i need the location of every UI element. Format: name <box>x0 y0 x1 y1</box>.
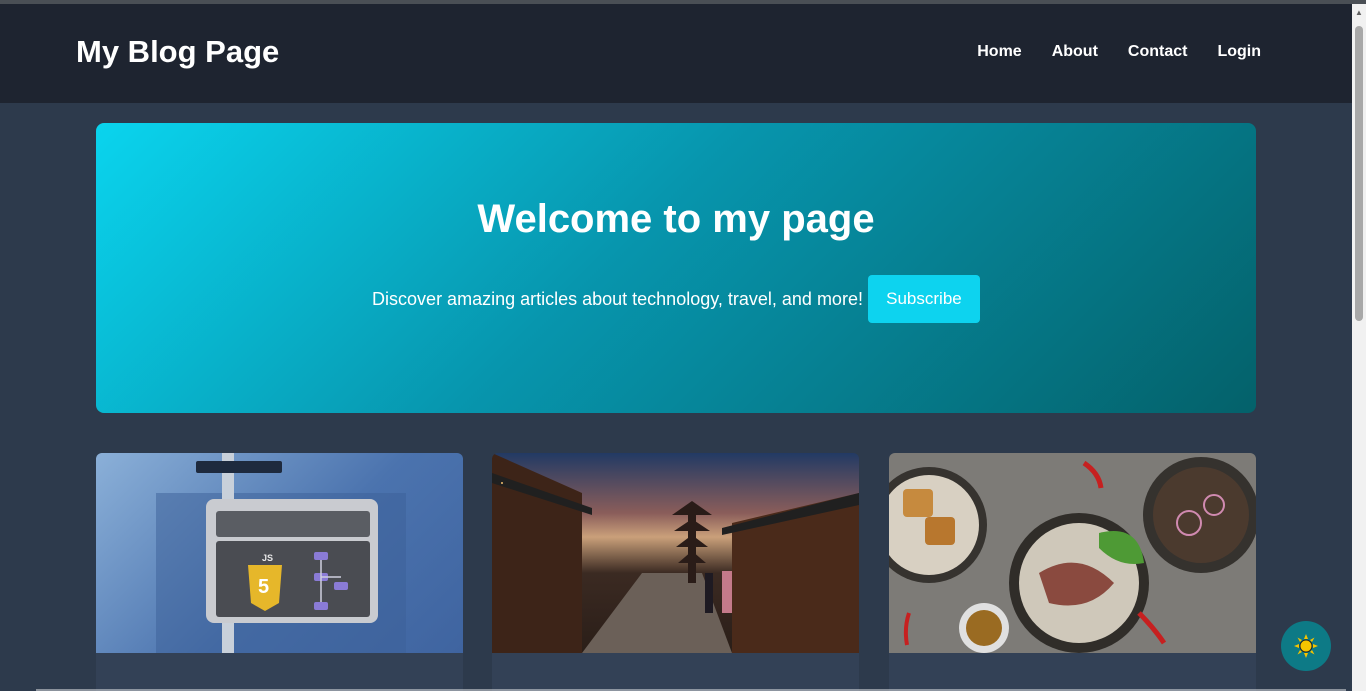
nav-about-link[interactable]: About <box>1052 43 1098 61</box>
scroll-up-icon[interactable]: ▲ <box>1355 8 1363 18</box>
food-bowls-image <box>889 453 1256 653</box>
javascript-illustration-image: JS 5 <box>96 453 463 653</box>
svg-text:JS: JS <box>262 553 273 563</box>
hero-subtitle: Discover amazing articles about technolo… <box>372 288 863 309</box>
sun-icon <box>1294 634 1318 658</box>
hero-banner: Welcome to my page Discover amazing arti… <box>96 123 1256 413</box>
site-header: My Blog Page Home About Contact Login <box>0 4 1352 103</box>
scrollbar-thumb[interactable] <box>1355 26 1363 321</box>
food-bowls-icon <box>889 457 1256 653</box>
blog-card[interactable] <box>492 453 859 691</box>
svg-text:5: 5 <box>258 576 269 598</box>
blog-card[interactable]: JS 5 <box>96 453 463 691</box>
blog-card[interactable] <box>889 453 1256 691</box>
subscribe-button[interactable]: Subscribe <box>867 275 980 323</box>
javascript-illustration-icon: JS 5 <box>156 453 406 653</box>
kyoto-street-icon <box>492 453 859 653</box>
nav-contact-link[interactable]: Contact <box>1128 43 1188 61</box>
nav-login-link[interactable]: Login <box>1217 43 1261 61</box>
hero-cta-row: Discover amazing articles about technolo… <box>96 275 1256 323</box>
theme-toggle-button[interactable] <box>1281 621 1331 671</box>
main-nav: Home About Contact Login <box>977 43 1261 61</box>
site-title: My Blog Page <box>76 34 280 69</box>
hero-title: Welcome to my page <box>477 197 875 241</box>
kyoto-street-image <box>492 453 859 653</box>
nav-home-link[interactable]: Home <box>977 43 1021 61</box>
page-scrollbar[interactable]: ▲ <box>1352 4 1366 691</box>
